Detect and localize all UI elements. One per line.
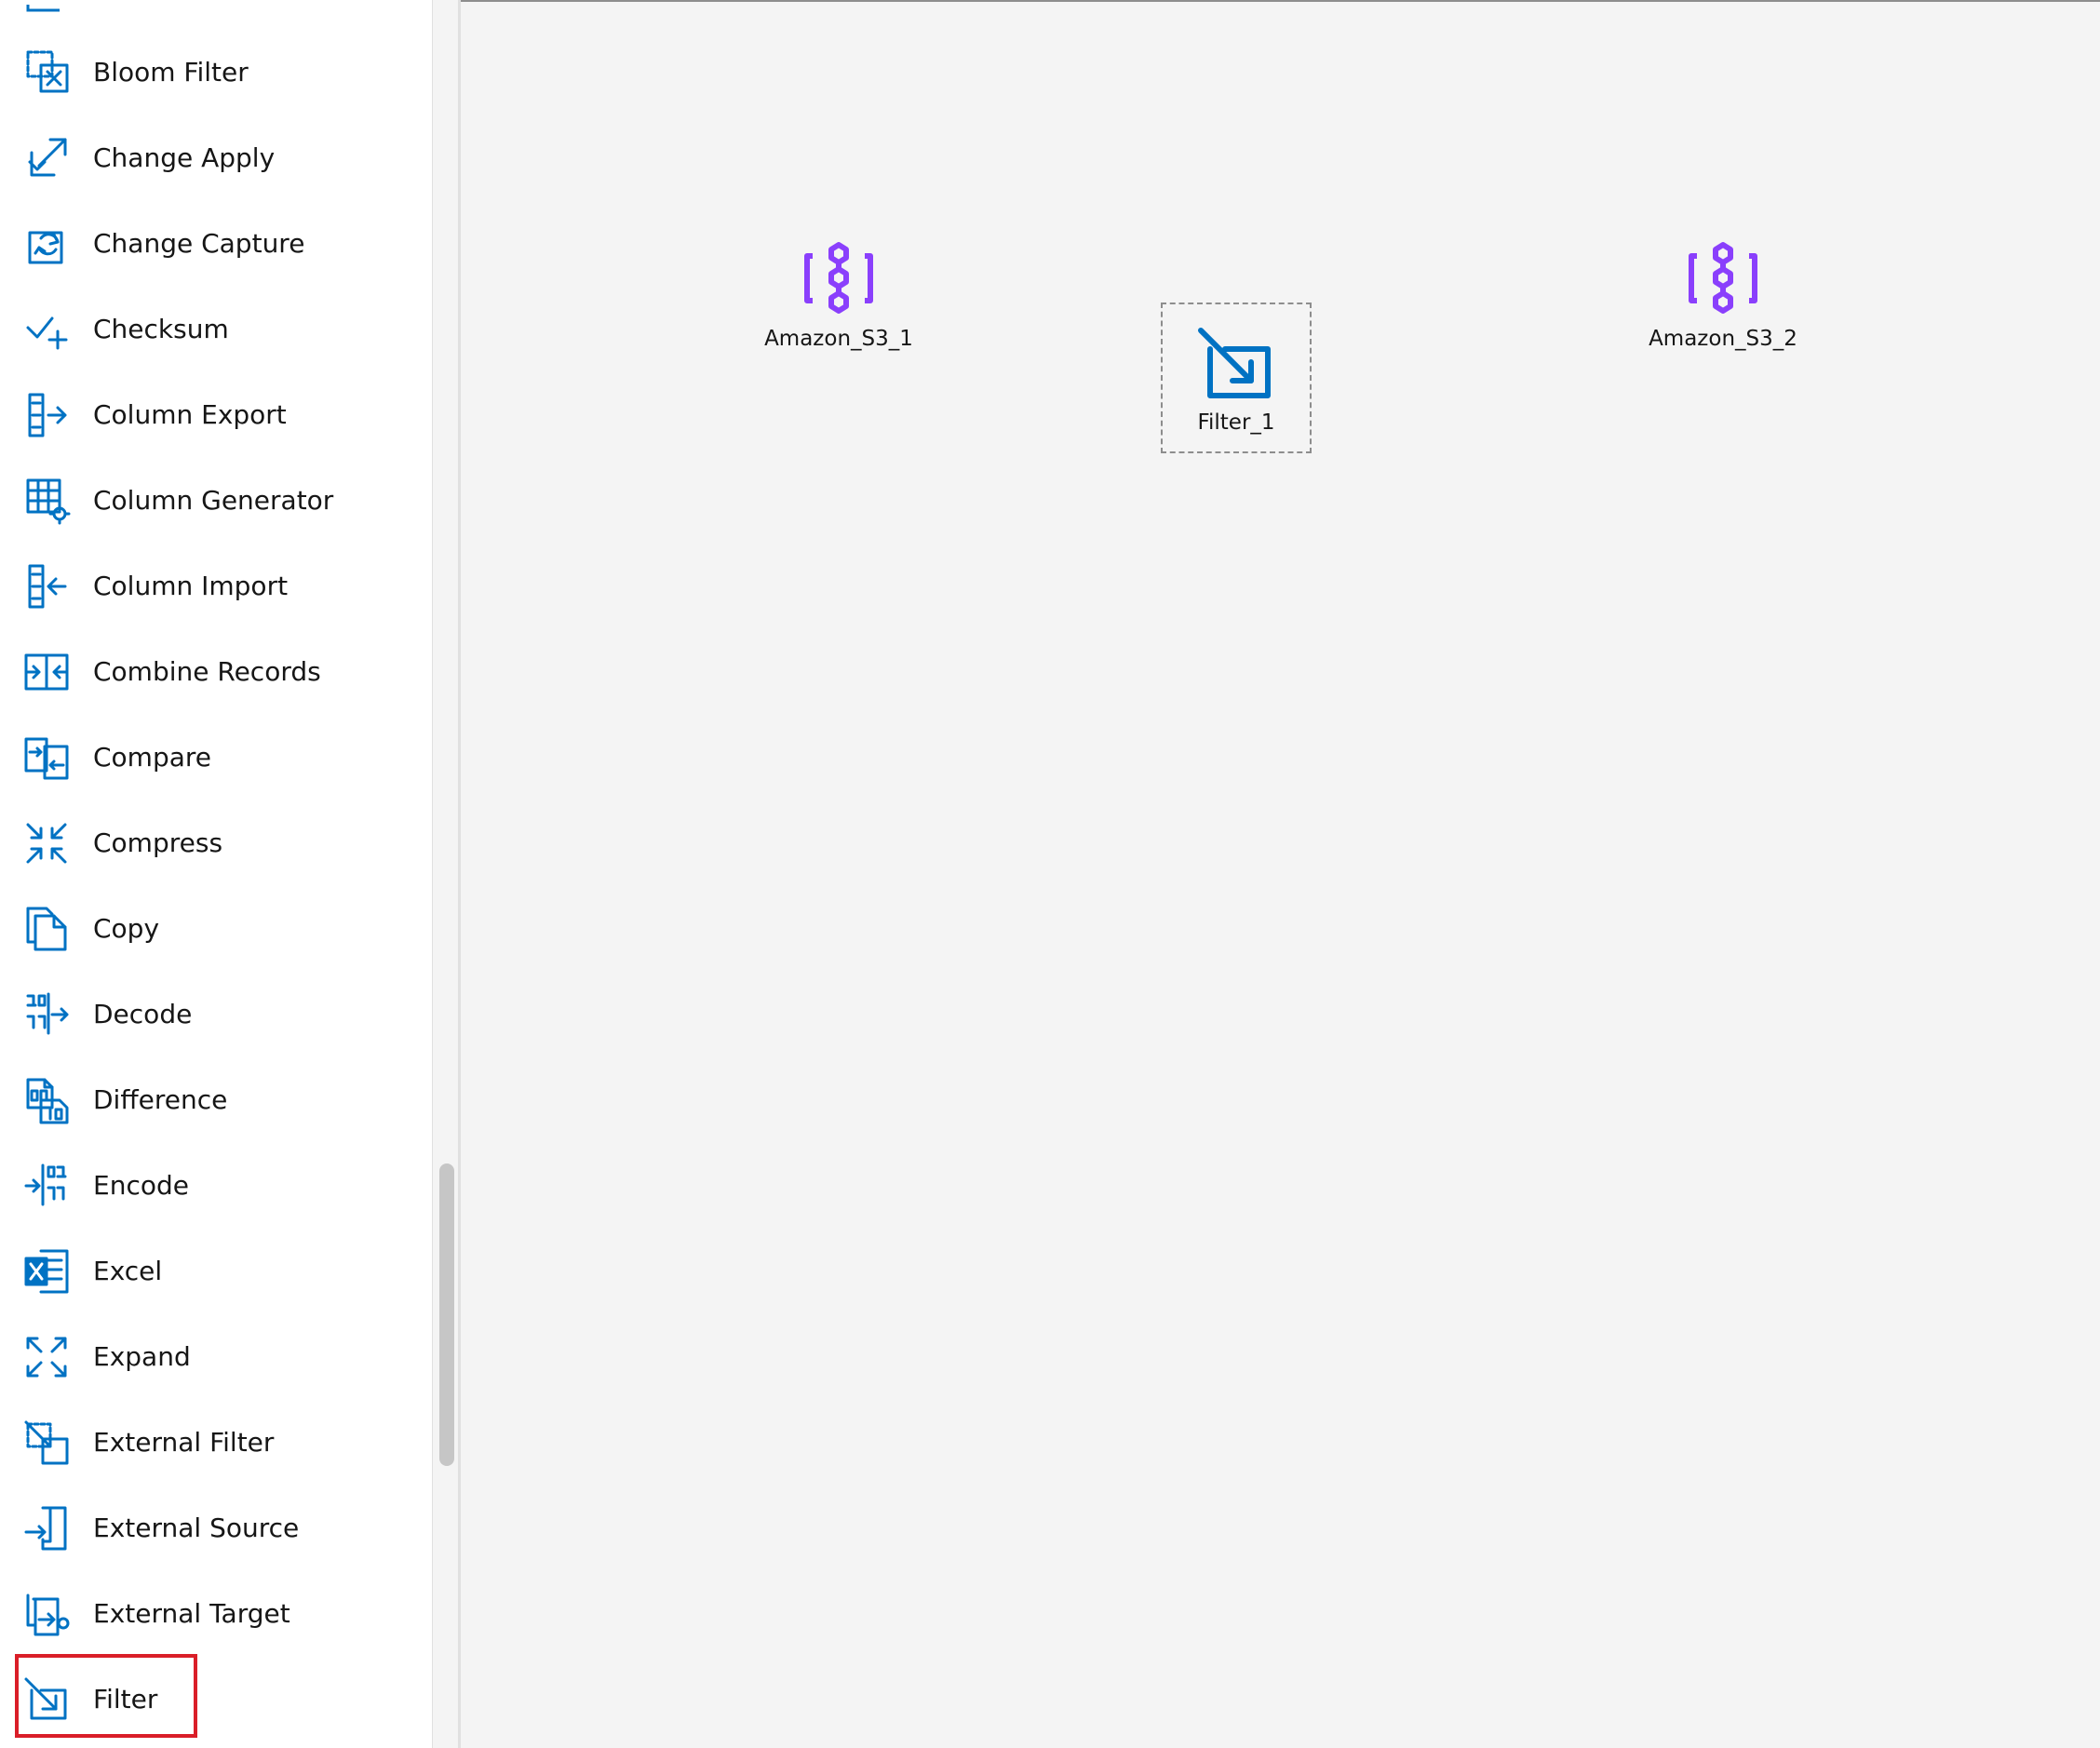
palette-item-external-target[interactable]: External Target [0, 1571, 432, 1657]
checksum-icon [22, 305, 71, 354]
palette-item-label: Compress [93, 827, 223, 858]
bloom-filter-icon [22, 48, 71, 97]
compare-icon [22, 733, 71, 782]
palette-item-label: External Source [93, 1513, 300, 1543]
palette-item-column-generator[interactable]: Column Generator [0, 458, 432, 544]
palette-item-label: Change Apply [93, 142, 276, 173]
filter-item-highlight [15, 1654, 197, 1738]
column-generator-icon [22, 477, 71, 525]
palette-item-label: Bloom Filter [93, 57, 249, 87]
flow-canvas[interactable]: Amazon_S3_1 Filter_1 Amazon_S3_2 [461, 0, 2100, 1748]
external-target-icon [22, 1590, 71, 1638]
palette-scrollbar-track[interactable] [432, 0, 459, 1748]
node-amazon-s3-1[interactable]: Amazon_S3_1 [736, 239, 941, 353]
node-amazon-s3-2[interactable]: Amazon_S3_2 [1621, 239, 1825, 353]
palette-item-label: External Target [93, 1598, 290, 1629]
palette-scrollbar-thumb[interactable] [439, 1163, 454, 1466]
palette-item-label: Excel [93, 1256, 163, 1286]
palette-item-label: External Filter [93, 1427, 275, 1458]
filter-icon [1197, 327, 1275, 405]
palette-item-compare[interactable]: Compare [0, 715, 432, 800]
external-filter-icon [22, 1419, 71, 1467]
stage-palette: Bloom Filter Change Apply Change Capture Ch… [0, 0, 432, 1748]
compress-icon [22, 819, 71, 867]
palette-item-label: Compare [93, 742, 212, 773]
change-capture-icon [22, 220, 71, 268]
palette-item-label: Column Generator [93, 485, 334, 516]
palette-item-label: Column Export [93, 399, 287, 430]
decode-icon [22, 990, 71, 1039]
excel-icon [22, 1247, 71, 1296]
column-export-icon [22, 391, 71, 439]
palette-item-compress[interactable]: Compress [0, 800, 432, 886]
palette-item-label: Difference [93, 1084, 228, 1115]
encode-icon [22, 1162, 71, 1210]
expand-icon [22, 1333, 71, 1381]
palette-item-label: Column Import [93, 571, 289, 601]
palette-item-decode[interactable]: Decode [0, 972, 432, 1057]
palette-item-external-filter[interactable]: External Filter [0, 1400, 432, 1486]
palette-item-copy[interactable]: Copy [0, 886, 432, 972]
node-label: Amazon_S3_2 [1649, 327, 1797, 351]
change-apply-icon [22, 134, 71, 182]
palette-item-encode[interactable]: Encode [0, 1143, 432, 1229]
palette-item-label: Change Capture [93, 228, 305, 259]
palette-item-label: Copy [93, 913, 160, 944]
palette-item-external-source[interactable]: External Source [0, 1486, 432, 1571]
palette-item-expand[interactable]: Expand [0, 1314, 432, 1400]
amazon-s3-icon [1684, 239, 1762, 317]
palette-item-change-apply[interactable]: Change Apply [0, 115, 432, 201]
palette-item-change-capture[interactable]: Change Capture [0, 201, 432, 287]
node-label: Filter_1 [1197, 410, 1275, 435]
combine-records-icon [22, 648, 71, 696]
node-label: Amazon_S3_1 [764, 327, 913, 351]
column-import-icon [22, 562, 71, 611]
node-filter-1[interactable]: Filter_1 [1161, 303, 1312, 453]
palette-item-column-export[interactable]: Column Export [0, 372, 432, 458]
palette-item-label: Decode [93, 999, 193, 1029]
palette-item-difference[interactable]: Difference [0, 1057, 432, 1143]
partial-icon [22, 0, 71, 12]
palette-item-label: Checksum [93, 314, 229, 344]
palette-item-combine-records[interactable]: Combine Records [0, 629, 432, 715]
palette-item-label: Encode [93, 1170, 189, 1201]
palette-item-excel[interactable]: Excel [0, 1229, 432, 1314]
palette-item-checksum[interactable]: Checksum [0, 287, 432, 372]
palette-item-label: Expand [93, 1341, 191, 1372]
palette-item-column-import[interactable]: Column Import [0, 544, 432, 629]
amazon-s3-icon [800, 239, 878, 317]
copy-icon [22, 905, 71, 953]
palette-item-bloom-filter[interactable]: Bloom Filter [0, 30, 432, 115]
difference-icon [22, 1076, 71, 1124]
palette-item-label: Combine Records [93, 656, 321, 687]
external-source-icon [22, 1504, 71, 1553]
